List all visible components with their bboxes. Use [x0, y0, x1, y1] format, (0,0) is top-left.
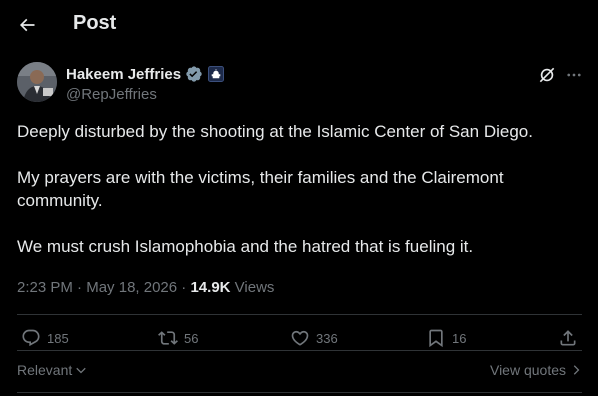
more-horizontal-icon — [567, 73, 581, 77]
handle[interactable]: @RepJeffries — [66, 86, 224, 103]
bookmark-button[interactable]: 16 — [426, 328, 466, 348]
sort-label: Relevant — [17, 362, 73, 378]
repost-icon — [158, 331, 178, 345]
bookmark-icon — [429, 329, 443, 348]
avatar[interactable] — [17, 62, 57, 102]
meta-separator: · — [181, 279, 187, 296]
chevron-down-icon — [76, 367, 86, 374]
repost-button[interactable]: 56 — [158, 328, 198, 348]
view-quotes-label: View quotes — [489, 362, 566, 378]
chevron-right-icon — [573, 365, 580, 375]
reply-button[interactable]: 185 — [21, 328, 69, 348]
reply-count: 185 — [47, 330, 69, 346]
divider — [17, 350, 582, 351]
share-icon — [560, 330, 576, 346]
meta-separator: · — [77, 279, 83, 296]
reply-icon — [22, 329, 40, 347]
verified-badge-icon[interactable] — [185, 65, 203, 83]
author-info: Hakeem Jeffries @RepJeffries — [66, 64, 225, 103]
post-date[interactable]: May 18, 2026 — [86, 279, 177, 296]
divider — [17, 314, 582, 315]
post-meta: 2:23 PM · May 18, 2026 · 14.9K Views — [17, 279, 274, 296]
grok-button[interactable] — [536, 64, 558, 86]
bookmark-count: 16 — [452, 330, 467, 346]
capitol-dome-icon[interactable] — [208, 66, 225, 82]
share-button[interactable] — [558, 328, 578, 348]
like-count: 336 — [316, 330, 338, 346]
views-label: Views — [234, 279, 275, 296]
display-name[interactable]: Hakeem Jeffries — [66, 66, 181, 83]
view-quotes-link[interactable]: View quotes — [490, 362, 582, 378]
heart-icon — [291, 330, 309, 346]
arrow-left-icon — [19, 18, 35, 32]
post-paragraph: Deeply disturbed by the shooting at the … — [17, 122, 533, 141]
top-bar: Post — [0, 0, 598, 50]
page-title: Post — [73, 12, 117, 34]
more-options-button[interactable] — [563, 64, 585, 86]
like-button[interactable]: 336 — [290, 328, 338, 348]
sort-replies-dropdown[interactable]: Relevant — [17, 362, 87, 378]
post-time[interactable]: 2:23 PM — [17, 279, 73, 296]
divider — [17, 392, 582, 393]
post-text: Deeply disturbed by the shooting at the … — [17, 120, 582, 258]
grok-icon — [539, 67, 555, 83]
back-button[interactable] — [10, 8, 44, 42]
action-bar: 185 56 336 16 — [17, 318, 582, 362]
post-paragraph: We must crush Islamophobia and the hatre… — [17, 237, 474, 256]
repost-count: 56 — [184, 330, 199, 346]
replies-footer: Relevant View quotes — [17, 362, 582, 382]
views-count: 14.9K — [190, 279, 231, 296]
post-paragraph: My prayers are with the victims, their f… — [17, 168, 504, 210]
